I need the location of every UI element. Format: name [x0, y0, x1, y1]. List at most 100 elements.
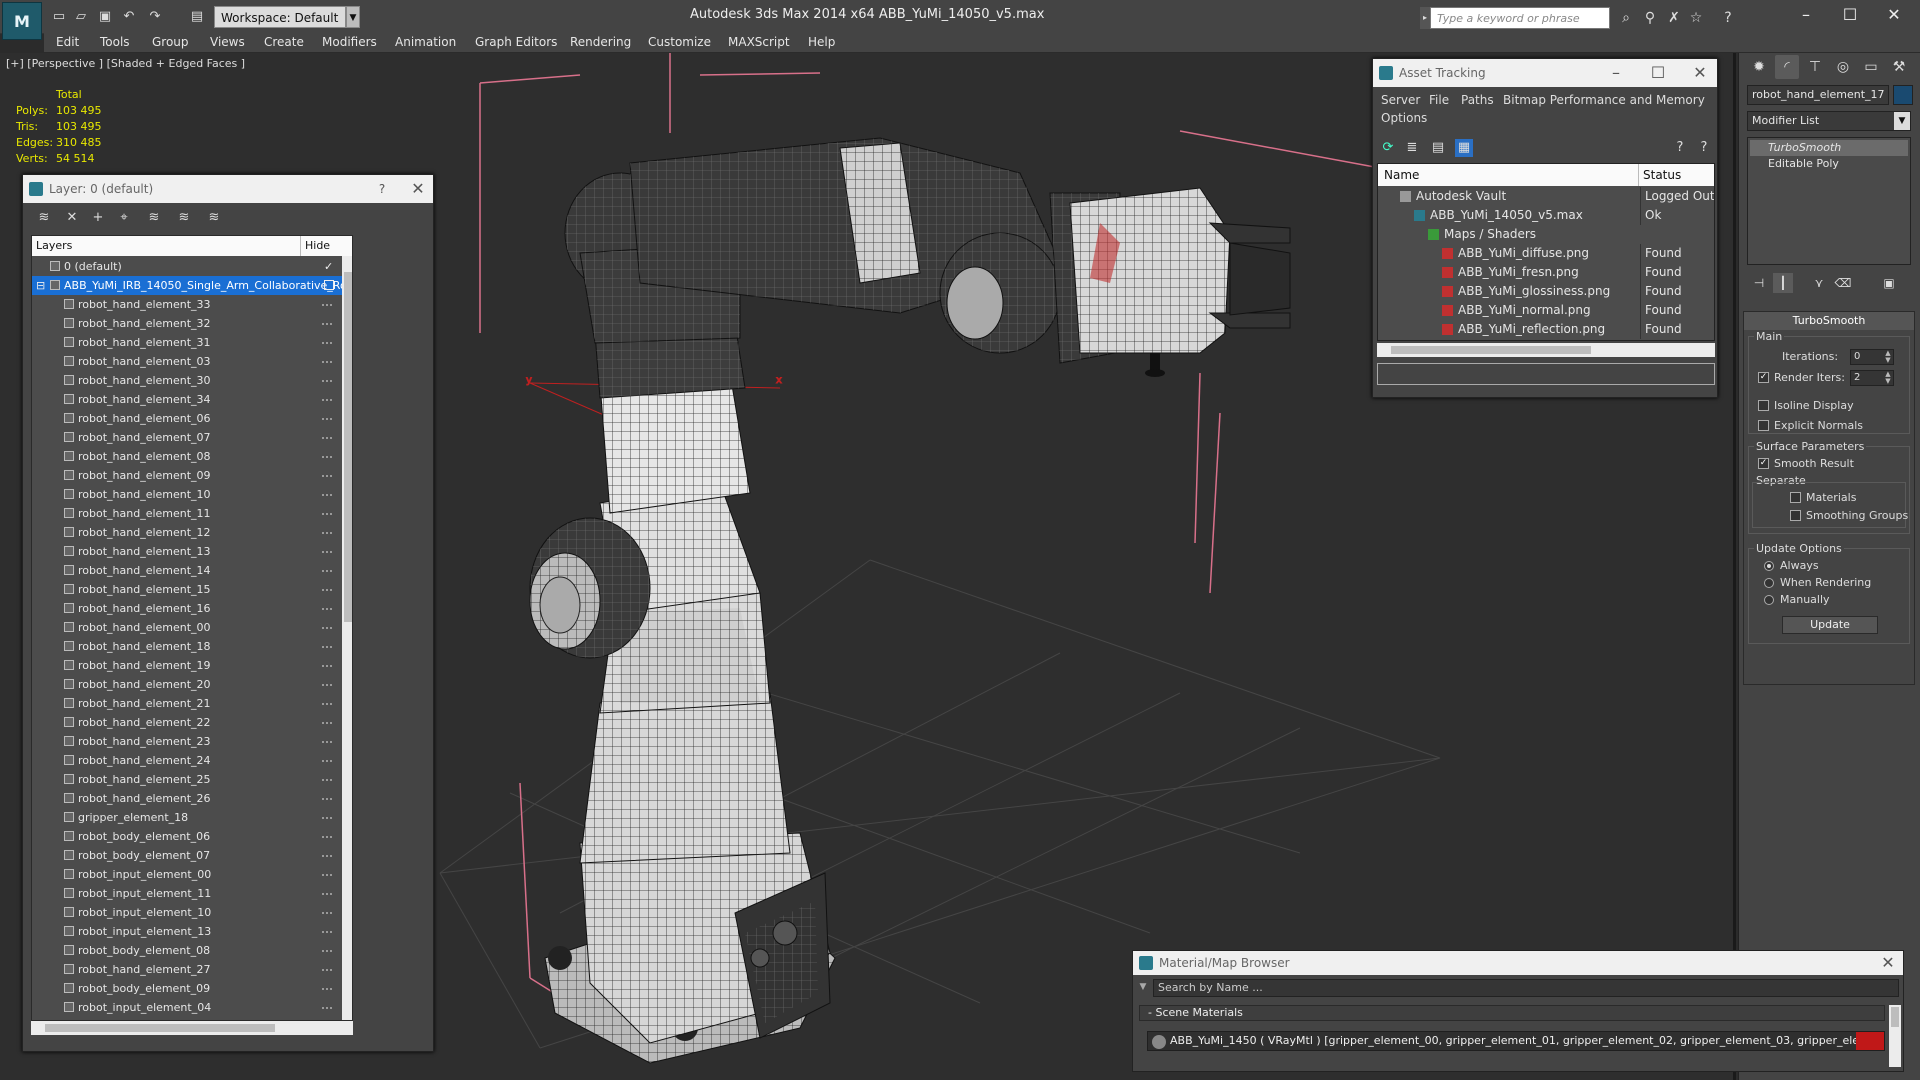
workspace-dropdown[interactable]: Workspace: Default	[214, 6, 346, 28]
hide-toggle[interactable]	[322, 836, 332, 838]
layer-row[interactable]: robot_hand_element_33	[32, 295, 342, 314]
at-menu-server[interactable]: Server	[1381, 93, 1420, 107]
hide-toggle[interactable]	[322, 380, 332, 382]
layer-row[interactable]: robot_hand_element_30	[32, 371, 342, 390]
settings-help-icon[interactable]: ?	[1695, 139, 1713, 157]
scene-materials-group[interactable]: - Scene Materials	[1139, 1005, 1885, 1021]
favorites-star-icon[interactable]: ☆	[1686, 8, 1706, 28]
open-file-icon[interactable]: ▱	[72, 8, 90, 26]
asset-row[interactable]: ABB_YuMi_14050_v5.max Ok	[1378, 206, 1714, 225]
pin-stack-icon[interactable]: ⊣	[1749, 273, 1769, 293]
freeze-all-icon[interactable]: ≋	[205, 209, 223, 227]
layer-row[interactable]: robot_hand_element_19	[32, 656, 342, 675]
materials-checkbox[interactable]	[1790, 492, 1801, 503]
explicit-normals-checkbox[interactable]	[1758, 420, 1769, 431]
layer-row-parent[interactable]: ⊟ ABB_YuMi_IRB_14050_Single_Arm_Collabora…	[32, 276, 352, 295]
motion-tab-icon[interactable]: ◎	[1831, 55, 1855, 79]
object-name-field[interactable]: robot_hand_element_17	[1747, 85, 1889, 105]
layer-row[interactable]: robot_hand_element_15	[32, 580, 342, 599]
hide-toggle[interactable]	[322, 912, 332, 914]
configure-sets-icon[interactable]: ▣	[1879, 273, 1899, 293]
close-icon[interactable]: ✕	[1873, 951, 1903, 975]
menu-help[interactable]: Help	[808, 33, 835, 51]
current-layer-check-icon[interactable]: ✓	[324, 257, 333, 276]
hide-toggle[interactable]	[322, 665, 332, 667]
hide-toggle[interactable]	[322, 551, 332, 553]
select-objects-icon[interactable]: ⌖	[115, 209, 133, 227]
scrollbar-thumb[interactable]	[1891, 1007, 1899, 1027]
layer-row[interactable]: robot_hand_element_16	[32, 599, 342, 618]
close-icon[interactable]: ✕	[1685, 59, 1715, 87]
asset-row[interactable]: ABB_YuMi_glossiness.png Found	[1378, 282, 1714, 301]
detail-view-icon[interactable]: ▤	[1429, 139, 1447, 157]
spinner-arrows-icon[interactable]: ▲ ▼	[1883, 371, 1893, 385]
hide-toggle[interactable]	[322, 741, 332, 743]
layer-row[interactable]: robot_hand_element_08	[32, 447, 342, 466]
menu-edit[interactable]: Edit	[56, 33, 79, 51]
help-icon[interactable]: ?	[367, 175, 397, 203]
hide-toggle[interactable]	[322, 893, 332, 895]
delete-layer-icon[interactable]: ✕	[63, 209, 81, 227]
hide-toggle[interactable]	[322, 627, 332, 629]
maximize-icon[interactable]: ☐	[1643, 59, 1673, 87]
layer-row[interactable]: robot_hand_element_32	[32, 314, 342, 333]
scrollbar-thumb[interactable]	[344, 272, 352, 622]
iterations-spinner[interactable]: 0 ▲ ▼	[1850, 349, 1894, 365]
hide-toggle[interactable]	[322, 779, 332, 781]
always-radio[interactable]	[1764, 561, 1774, 571]
layer-row[interactable]: robot_input_element_00	[32, 865, 342, 884]
hide-toggle[interactable]	[322, 437, 332, 439]
smoothing-groups-checkbox[interactable]	[1790, 510, 1801, 521]
hide-toggle[interactable]	[322, 703, 332, 705]
search-input[interactable]: Type a keyword or phrase	[1430, 7, 1610, 29]
layer-row[interactable]: robot_hand_element_24	[32, 751, 342, 770]
chevron-down-icon[interactable]: ▼	[346, 6, 360, 28]
material-search-input[interactable]: Search by Name ...	[1153, 979, 1899, 997]
communication-icon[interactable]: ✗	[1664, 8, 1684, 28]
hide-toggle[interactable]	[322, 722, 332, 724]
modify-tab-icon[interactable]: ◜	[1775, 55, 1799, 79]
menu-group[interactable]: Group	[152, 33, 189, 51]
hide-toggle[interactable]	[322, 684, 332, 686]
save-file-icon[interactable]: ▣	[96, 8, 114, 26]
layer-row[interactable]: robot_hand_element_20	[32, 675, 342, 694]
asset-path-field[interactable]	[1377, 363, 1715, 385]
hide-toggle[interactable]	[322, 456, 332, 458]
hide-column-header[interactable]: Hide	[300, 236, 334, 256]
stack-item-turbosmooth[interactable]: TurboSmooth	[1750, 140, 1908, 156]
display-tab-icon[interactable]: ▭	[1859, 55, 1883, 79]
layer-h-scrollbar[interactable]	[31, 1021, 353, 1035]
layer-row[interactable]: robot_hand_element_21	[32, 694, 342, 713]
layer-row[interactable]: robot_hand_element_11	[32, 504, 342, 523]
object-color-swatch[interactable]	[1893, 85, 1913, 105]
render-iters-spinner[interactable]: 2 ▲ ▼	[1850, 370, 1894, 386]
layer-row[interactable]: robot_hand_element_09	[32, 466, 342, 485]
hide-toggle[interactable]	[322, 817, 332, 819]
layer-row[interactable]: robot_hand_element_34	[32, 390, 342, 409]
layer-row[interactable]: robot_hand_element_23	[32, 732, 342, 751]
redo-icon[interactable]: ↷	[146, 8, 164, 26]
material-scrollbar[interactable]	[1889, 1005, 1901, 1067]
close-icon[interactable]: ✕	[403, 175, 433, 203]
hide-toggle[interactable]	[322, 475, 332, 477]
when-rendering-radio[interactable]	[1764, 578, 1774, 588]
undo-icon[interactable]: ↶	[120, 8, 138, 26]
layer-row[interactable]: robot_body_element_08	[32, 941, 342, 960]
at-menu-options[interactable]: Options	[1381, 111, 1427, 125]
layer-row[interactable]: robot_hand_element_18	[32, 637, 342, 656]
layer-row[interactable]: robot_hand_element_22	[32, 713, 342, 732]
layer-box-icon[interactable]	[324, 280, 334, 290]
subscription-icon[interactable]: ⚲	[1640, 8, 1660, 28]
hide-toggle[interactable]	[322, 1007, 332, 1009]
layer-row[interactable]: robot_hand_element_00	[32, 618, 342, 637]
layer-row[interactable]: robot_input_element_13	[32, 922, 342, 941]
asset-row[interactable]: Maps / Shaders	[1378, 225, 1714, 244]
render-iters-checkbox[interactable]: ✓	[1758, 372, 1769, 383]
isoline-checkbox[interactable]	[1758, 400, 1769, 411]
hide-toggle[interactable]	[322, 931, 332, 933]
layer-row[interactable]: robot_hand_element_07	[32, 428, 342, 447]
at-menu-paths[interactable]: Paths	[1461, 93, 1494, 107]
stack-item-editable-poly[interactable]: Editable Poly	[1750, 156, 1908, 172]
hierarchy-tab-icon[interactable]: ⊤	[1803, 55, 1827, 79]
layer-row[interactable]: robot_input_element_10	[32, 903, 342, 922]
